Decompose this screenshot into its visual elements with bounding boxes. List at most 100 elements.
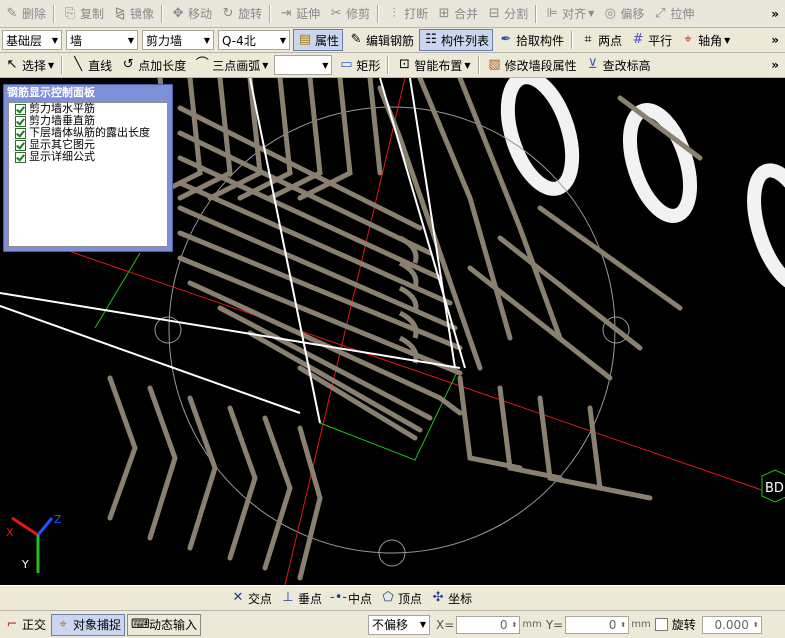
y-input[interactable]: 0 ⬍ (565, 615, 630, 634)
floor-select[interactable]: 基础层 ▼ (2, 30, 62, 50)
mirror-button[interactable]: ⧎ 镜像 (109, 3, 157, 25)
properties-icon: ▤ (298, 32, 312, 47)
separator (535, 4, 538, 23)
wall-props-icon: ▧ (488, 57, 501, 72)
separator (53, 4, 56, 23)
merge-button[interactable]: ⊞ 合并 (433, 3, 481, 25)
ortho-icon: ⌐ (6, 616, 18, 632)
edit-rebar-button[interactable]: ✎ 编辑钢筋 (345, 29, 417, 51)
toolbar-overflow-icon[interactable]: » (771, 33, 779, 47)
chevron-down-icon: ▼ (588, 9, 595, 18)
copy-button[interactable]: ⎘ 复制 (59, 3, 107, 25)
rebar-display-panel: 钢筋显示控制面板 剪力墙水平筋 剪力墙垂直筋 下层墙体纵筋的露出长度 显示其它图… (3, 84, 173, 252)
stretch-button[interactable]: ⤢ 拉伸 (649, 3, 697, 25)
rotate-icon: ↻ (222, 5, 234, 21)
pick-element-button[interactable]: ✒ 拾取构件 (495, 29, 567, 51)
chevron-down-icon: ▼ (48, 60, 55, 70)
status-bar: ⌐ 正交 ⌖ 对象捕捉 ⌨ 动态输入 不偏移 ▼ X= 0 ⬍ mm Y= 0 ⬍ mm 旋… (0, 610, 785, 638)
checkbox-icon[interactable] (15, 115, 26, 127)
separator (387, 56, 390, 74)
stretch-icon: ⤢ (655, 5, 666, 21)
eraser-icon: ✎ (6, 5, 18, 21)
snap-toolbar: ✕ 交点 ⊥ 垂点 -•- 中点 ⬠ 顶点 ✣ 坐标 (0, 585, 785, 610)
parallel-icon: # (632, 32, 644, 47)
picker-icon: ✒ (500, 32, 512, 47)
rotate-button[interactable]: ↻ 旋转 (217, 3, 265, 25)
checkbox-show-formula[interactable]: 显示详细公式 (9, 151, 167, 163)
point-length-icon: ↺ (122, 57, 134, 72)
move-button[interactable]: ✥ 移动 (167, 3, 215, 25)
checkbox-icon[interactable] (15, 151, 26, 163)
element-list-button[interactable]: ☷ 构件列表 (419, 29, 494, 51)
type-select[interactable]: 剪力墙 ▼ (142, 30, 214, 50)
object-snap-icon: ⌖ (59, 616, 67, 632)
draw-toolbar: ↖ 选择 ▼ ╲ 直线 ↺ 点加长度 ⌒ 三点画弧 ▼ ▼ ▭ 矩形 ⊡ 智能布置 ▼ ▧ 修改墙段… (0, 53, 785, 78)
copy-icon: ⎘ (64, 5, 76, 21)
smart-layout-icon: ⊡ (398, 57, 410, 72)
checkbox-icon[interactable] (15, 139, 26, 151)
chevron-down-icon: ▼ (464, 60, 471, 70)
offset-button[interactable]: ◎ 偏移 (599, 3, 647, 25)
rotate-input[interactable]: 0.000 ⬍ (701, 615, 762, 634)
chevron-down-icon: ▼ (127, 35, 134, 45)
snap-vertex-button[interactable]: ⬠ 顶点 (377, 587, 425, 609)
intersection-icon: ✕ (232, 590, 244, 605)
chevron-down-icon: ▼ (419, 620, 427, 629)
arc-icon: ⌒ (195, 57, 209, 72)
select-button[interactable]: ↖ 选择 ▼ (1, 54, 57, 76)
mirror-icon: ⧎ (114, 5, 126, 21)
rectangle-icon: ▭ (340, 57, 353, 72)
arc-option-select[interactable]: ▼ (274, 55, 333, 75)
properties-button[interactable]: ▤ 属性 (293, 29, 344, 51)
three-point-arc-button[interactable]: ⌒ 三点画弧 ▼ (191, 54, 271, 76)
modify-elevation-button[interactable]: ⊻ 查改标高 (582, 54, 654, 76)
offset-mode-select[interactable]: 不偏移 ▼ (368, 614, 431, 635)
object-snap-button[interactable]: ⌖ 对象捕捉 (51, 613, 126, 636)
parallel-button[interactable]: # 平行 (627, 29, 675, 51)
element-select[interactable]: Q-4北 ▼ (218, 30, 290, 50)
split-button[interactable]: ⊟ 分割 (483, 3, 531, 25)
break-button[interactable]: ⫶ 打断 (383, 3, 431, 25)
spinner-icon[interactable]: ⬍ (511, 621, 517, 629)
snap-coordinate-button[interactable]: ✣ 坐标 (427, 587, 475, 609)
rectangle-button[interactable]: ▭ 矩形 (335, 54, 383, 76)
axis-angle-button[interactable]: ⌖ 轴角 ▼ (677, 29, 733, 51)
line-icon: ╲ (74, 57, 83, 72)
axis-y-label: Y (21, 558, 29, 571)
modify-wall-props-button[interactable]: ▧ 修改墙段属性 (484, 54, 580, 76)
category-select[interactable]: 墙 ▼ (66, 30, 138, 50)
x-coordinate: X= 0 ⬍ mm (436, 615, 542, 634)
elevation-icon: ⊻ (587, 57, 598, 72)
chevron-down-icon: ▼ (51, 35, 58, 45)
x-input[interactable]: 0 ⬍ (456, 615, 521, 634)
trim-button[interactable]: ✂ 修剪 (325, 3, 373, 25)
checkbox-icon[interactable] (15, 127, 26, 139)
smart-layout-button[interactable]: ⊡ 智能布置 ▼ (393, 54, 473, 76)
axis-angle-icon: ⌖ (684, 32, 692, 47)
ortho-button[interactable]: ⌐ 正交 (1, 614, 49, 636)
spinner-icon[interactable]: ⬍ (620, 621, 626, 629)
separator (61, 56, 64, 74)
dynamic-input-button[interactable]: ⌨ 动态输入 (127, 613, 202, 636)
vertex-icon: ⬠ (382, 590, 394, 605)
separator (571, 31, 574, 49)
two-points-button[interactable]: ⌗ 两点 (577, 29, 625, 51)
split-icon: ⊟ (488, 5, 500, 21)
break-icon: ⫶ (392, 5, 396, 21)
toolbar-overflow-icon[interactable]: » (771, 58, 779, 72)
align-icon: ⊫ (546, 5, 558, 21)
merge-icon: ⊞ (438, 5, 450, 21)
snap-perpendicular-button[interactable]: ⊥ 垂点 (277, 587, 325, 609)
snap-midpoint-button[interactable]: -•- 中点 (327, 587, 375, 609)
delete-button[interactable]: ✎ 删除 (1, 3, 49, 25)
ucs-axis-icon: X Y Z (6, 513, 62, 573)
point-length-button[interactable]: ↺ 点加长度 (117, 54, 189, 76)
checkbox-icon[interactable] (15, 103, 26, 115)
snap-intersection-button[interactable]: ✕ 交点 (227, 587, 275, 609)
spinner-icon[interactable]: ⬍ (753, 621, 759, 629)
extend-button[interactable]: ⇥ 延伸 (275, 3, 323, 25)
toolbar-overflow-icon[interactable]: » (771, 7, 779, 21)
rotate-checkbox[interactable] (654, 618, 668, 631)
align-button[interactable]: ⊫ 对齐 ▼ (541, 3, 597, 25)
line-button[interactable]: ╲ 直线 (67, 54, 115, 76)
